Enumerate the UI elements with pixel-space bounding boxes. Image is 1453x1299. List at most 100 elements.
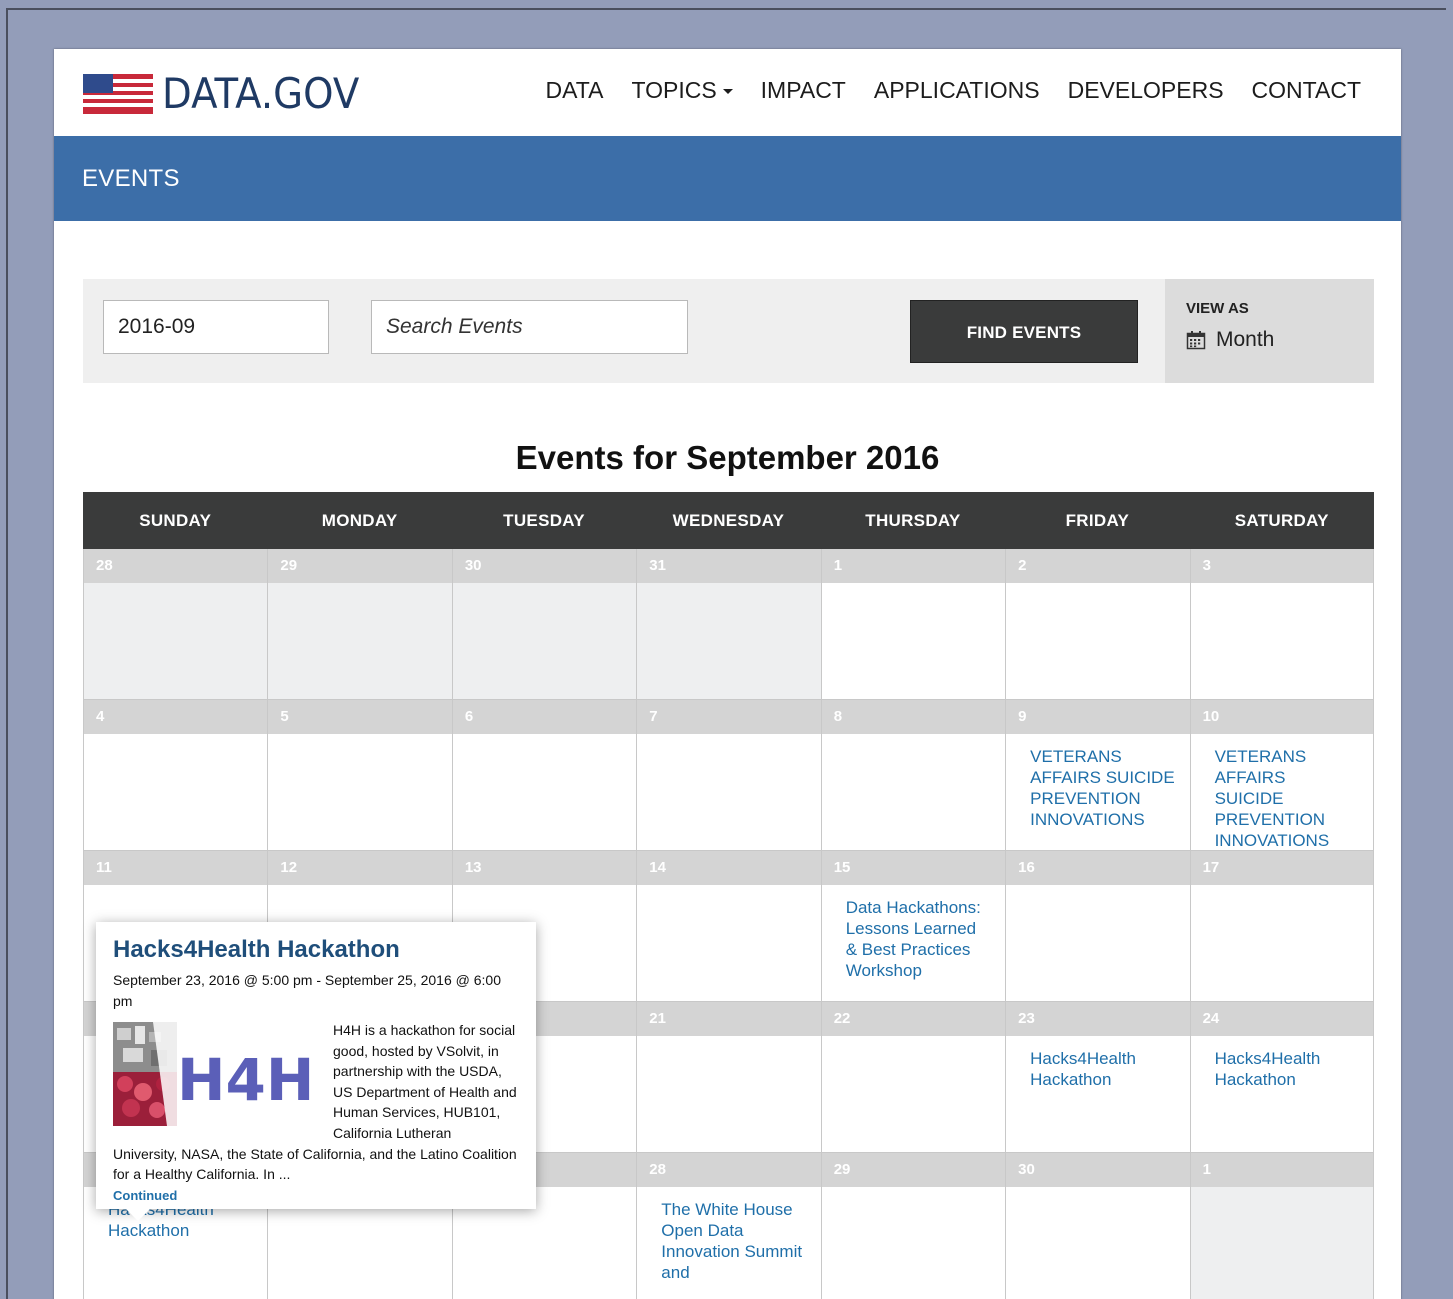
calendar-day-cell[interactable]: 28	[83, 549, 268, 700]
day-number[interactable]: 23	[1006, 1002, 1190, 1036]
day-number[interactable]: 4	[84, 700, 268, 734]
page-banner-title: EVENTS	[82, 165, 180, 192]
day-header-saturday: SATURDAY	[1234, 511, 1329, 530]
calendar-event-link[interactable]: VETERANS AFFAIRS SUICIDE PREVENTION INNO…	[1030, 746, 1175, 830]
nav-contact[interactable]: CONTACT	[1252, 77, 1361, 104]
nav-topics-label: TOPICS	[631, 77, 717, 103]
calendar-day-cell[interactable]: 10 VETERANS AFFAIRS SUICIDE PREVENTION IN…	[1189, 700, 1374, 851]
day-number[interactable]: 9	[1006, 700, 1190, 734]
day-number[interactable]: 14	[637, 851, 821, 885]
calendar-day-cell[interactable]: 15 Data Hackathons: Lessons Learned & Bes…	[820, 851, 1006, 1002]
nav-applications[interactable]: APPLICATIONS	[874, 77, 1040, 104]
calendar-event-link[interactable]: Hacks4Health Hackathon	[1030, 1048, 1175, 1090]
day-number[interactable]: 10	[1190, 700, 1373, 734]
view-as-selector[interactable]: VIEW AS Month	[1165, 279, 1374, 383]
day-number[interactable]: 31	[637, 549, 821, 583]
tooltip-body: H4H H4H is a hackathon for social good, …	[113, 1020, 519, 1185]
day-number[interactable]: 21	[637, 1002, 821, 1036]
day-number[interactable]: 29	[821, 1153, 1006, 1187]
calendar-day-cell[interactable]: 2	[1005, 549, 1190, 700]
main-nav: DATA TOPICS IMPACT APPLICATIONS DEVELOPE…	[546, 77, 1361, 104]
calendar-day-cell[interactable]: 9 VETERANS AFFAIRS SUICIDE PREVENTION INN…	[1005, 700, 1190, 851]
calendar-day-cell[interactable]: 4	[83, 700, 268, 851]
day-number[interactable]: 30	[1006, 1153, 1190, 1187]
calendar-day-cell[interactable]: 6	[451, 700, 637, 851]
nav-data[interactable]: DATA	[546, 77, 604, 104]
calendar-event-link[interactable]: The White House Open Data Innovation Sum…	[661, 1199, 806, 1283]
day-number[interactable]: 8	[821, 700, 1006, 734]
day-number[interactable]: 16	[1006, 851, 1190, 885]
day-number[interactable]: 3	[1190, 549, 1373, 583]
calendar-day-cell[interactable]: 7	[636, 700, 821, 851]
day-number[interactable]: 1	[1190, 1153, 1373, 1187]
view-as-value-text: Month	[1216, 328, 1275, 351]
day-number[interactable]: 30	[452, 549, 637, 583]
search-events-input[interactable]: Search Events	[371, 300, 688, 354]
tooltip-date: September 23, 2016 @ 5:00 pm - September…	[113, 972, 501, 1009]
calendar-day-cell[interactable]: 5	[267, 700, 452, 851]
browser-page: DATA.GOV DATA TOPICS IMPACT APPLICATIONS…	[54, 49, 1401, 1299]
calendar-title: Events for September 2016	[515, 439, 940, 476]
day-number[interactable]: 13	[452, 851, 637, 885]
day-number[interactable]: 7	[637, 700, 821, 734]
calendar-day-cell[interactable]: 17	[1189, 851, 1374, 1002]
calendar-event-link[interactable]: VETERANS AFFAIRS SUICIDE PREVENTION INNO…	[1215, 746, 1359, 851]
calendar-event-link[interactable]: Hacks4Health Hackathon	[1215, 1048, 1359, 1090]
day-header-sunday: SUNDAY	[139, 511, 212, 530]
us-flag-icon	[83, 74, 153, 114]
event-image: H4H	[113, 1022, 320, 1126]
calendar-header-row: SUNDAY MONDAY TUESDAY WEDNESDAY THURSDAY FRID…	[83, 492, 1374, 549]
day-number[interactable]: 24	[1190, 1002, 1373, 1036]
calendar-icon	[1186, 331, 1206, 350]
day-number[interactable]: 11	[84, 851, 268, 885]
calendar-day-cell[interactable]: 29	[820, 1153, 1006, 1299]
calendar-day-cell[interactable]: 30	[1005, 1153, 1190, 1299]
calendar-day-cell[interactable]: 14	[636, 851, 821, 1002]
calendar-day-cell[interactable]: 1	[820, 549, 1006, 700]
nav-topics[interactable]: TOPICS	[631, 77, 733, 104]
calendar-day-cell[interactable]: 24 Hacks4Health Hackathon	[1189, 1002, 1374, 1153]
calendar-day-cell[interactable]: 31	[636, 549, 821, 700]
h4h-logo-text: H4H	[177, 1046, 314, 1114]
h4h-logo-icon: H4H	[113, 1022, 314, 1126]
calendar-day-cell[interactable]: 1	[1189, 1153, 1374, 1299]
calendar-day-cell[interactable]: 3	[1189, 549, 1374, 700]
date-input[interactable]: 2016-09	[103, 300, 329, 354]
day-number[interactable]: 28	[637, 1153, 821, 1187]
calendar-day-cell[interactable]: 16	[1005, 851, 1190, 1002]
continued-link[interactable]: Continued	[113, 1188, 519, 1203]
calendar-day-cell[interactable]: 22	[820, 1002, 1006, 1153]
tooltip-title[interactable]: Hacks4Health Hackathon	[113, 936, 519, 964]
day-header-wednesday: WEDNESDAY	[672, 511, 785, 530]
calendar-day-cell[interactable]: 29	[267, 549, 452, 700]
day-number[interactable]: 22	[821, 1002, 1006, 1036]
calendar-event-link[interactable]: Data Hackathons: Lessons Learned & Best …	[846, 897, 991, 981]
calendar-day-cell[interactable]: 23 Hacks4Health Hackathon	[1005, 1002, 1190, 1153]
site-logo[interactable]: DATA.GOV	[83, 71, 376, 117]
day-number[interactable]: 29	[268, 549, 452, 583]
day-header-friday: FRIDAY	[1065, 511, 1130, 530]
event-tooltip: Hacks4Health Hackathon September 23, 201…	[96, 922, 536, 1221]
nav-impact[interactable]: IMPACT	[761, 77, 846, 104]
nav-developers[interactable]: DEVELOPERS	[1068, 77, 1224, 104]
event-filter-bar: 2016-09 Search Events FIND EVENTS VIEW A…	[83, 279, 1374, 383]
day-header-tuesday: TUESDAY	[503, 511, 585, 530]
site-logo-text: DATA.GOV	[162, 69, 360, 118]
day-number[interactable]: 28	[84, 549, 268, 583]
day-number[interactable]: 12	[268, 851, 452, 885]
day-number[interactable]: 17	[1190, 851, 1373, 885]
calendar-day-cell[interactable]: 21	[636, 1002, 821, 1153]
day-number[interactable]: 1	[821, 549, 1006, 583]
find-events-button[interactable]: FIND EVENTS	[910, 300, 1138, 363]
day-number[interactable]: 6	[452, 700, 637, 734]
calendar-week-row: 28 29 30 31 1 2 3	[83, 549, 1374, 700]
caret-down-icon	[722, 89, 733, 95]
calendar-day-cell[interactable]: 28 The White House Open Data Innovation S…	[636, 1153, 821, 1299]
view-as-label: VIEW AS	[1186, 300, 1249, 317]
calendar-day-cell[interactable]: 30	[451, 549, 637, 700]
calendar-day-cell[interactable]: 8	[820, 700, 1006, 851]
day-number[interactable]: 15	[821, 851, 1006, 885]
day-number[interactable]: 5	[268, 700, 452, 734]
day-number[interactable]: 2	[1006, 549, 1190, 583]
tooltip-arrow	[126, 1209, 150, 1221]
